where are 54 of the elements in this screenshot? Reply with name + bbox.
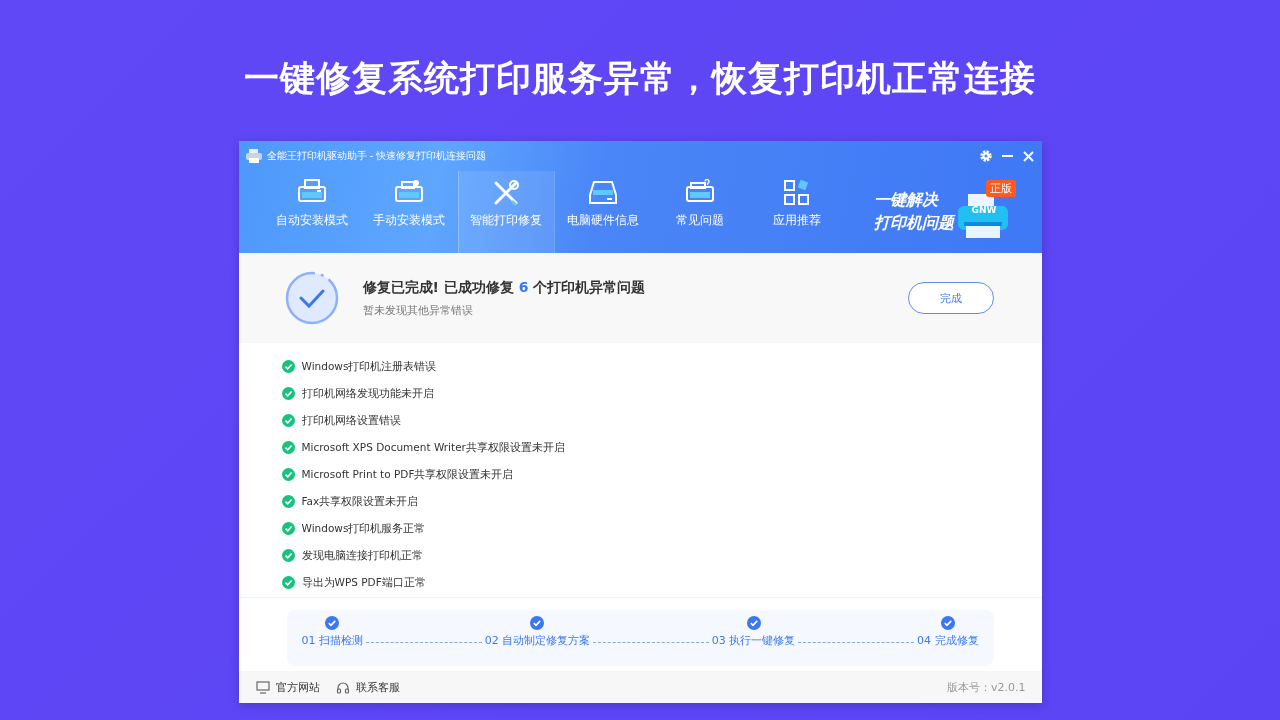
check-icon — [281, 495, 295, 508]
headline: 一键修复系统打印服务异常，恢复打印机正常连接 — [244, 57, 1036, 100]
printer-logo-icon — [245, 149, 262, 163]
check-icon — [281, 360, 295, 373]
check-icon — [281, 441, 295, 454]
nav-tab[interactable]: 智能打印修复 — [457, 171, 555, 253]
result-item: Fax共享权限设置未开启 — [301, 494, 419, 509]
step-label: 04 完成修复 — [917, 633, 979, 648]
printer-question-icon — [686, 179, 714, 205]
check-circle-icon — [284, 271, 339, 325]
apps-grid-icon — [783, 179, 811, 205]
printer-icon — [395, 179, 423, 205]
banner-slogan: 一键解决 — [873, 190, 940, 211]
hard-drive-icon — [589, 179, 617, 205]
nav-tab[interactable]: 自动安装模式 — [263, 171, 361, 253]
result-item: 发现电脑连接打印机正常 — [301, 548, 423, 563]
printer-label: GNW — [971, 205, 997, 215]
monitor-icon — [255, 680, 270, 694]
headset-icon — [335, 680, 350, 694]
nav-tab[interactable]: 电脑硬件信息 — [554, 171, 652, 253]
printer-illustration — [955, 192, 1010, 240]
check-icon — [281, 468, 295, 481]
result-item: Windows打印机服务正常 — [301, 521, 426, 536]
check-icon — [281, 522, 295, 535]
check-icon — [281, 549, 295, 562]
result-item: 打印机网络发现功能未开启 — [301, 386, 434, 401]
genuine-badge: 正版 — [985, 180, 1016, 197]
result-item: 导出为WPS PDF端口正常 — [301, 575, 426, 590]
minimize-icon[interactable] — [1001, 155, 1013, 157]
banner-slogan: 打印机问题 — [873, 213, 954, 234]
settings-icon[interactable] — [979, 150, 992, 162]
check-icon — [281, 576, 295, 589]
step-label: 03 执行一键修复 — [711, 633, 796, 648]
repair-result-title: 修复已完成! 已成功修复 6 个打印机异常问题 — [362, 278, 646, 297]
check-icon — [281, 387, 295, 400]
nav-tab[interactable]: 手动安装模式 — [360, 171, 458, 253]
nav-tab[interactable]: 应用推荐 — [748, 171, 846, 253]
printer-icon — [298, 179, 326, 205]
window-title: 全能王打印机驱动助手 - 快速修复打印机连接问题 — [266, 149, 487, 163]
tools-icon — [492, 179, 520, 205]
repair-result-subtitle: 暂未发现其他异常错误 — [362, 302, 474, 318]
footer-link[interactable]: 联系客服 — [335, 679, 400, 695]
result-item: Microsoft XPS Document Writer共享权限设置未开启 — [301, 440, 565, 455]
step-label: 02 自动制定修复方案 — [484, 633, 591, 648]
step-label: 01 扫描检测 — [301, 633, 363, 648]
version-label: 版本号：v2.0.1 — [947, 679, 1026, 695]
result-item: Microsoft Print to PDF共享权限设置未开启 — [301, 467, 514, 482]
result-item: 打印机网络设置错误 — [301, 413, 401, 428]
nav-tab[interactable]: 常见问题 — [651, 171, 749, 253]
check-icon — [281, 414, 295, 427]
result-item: Windows打印机注册表错误 — [301, 359, 437, 374]
close-icon[interactable] — [1022, 150, 1034, 162]
done-button[interactable]: 完成 — [907, 282, 994, 314]
footer-link[interactable]: 官方网站 — [255, 679, 320, 695]
